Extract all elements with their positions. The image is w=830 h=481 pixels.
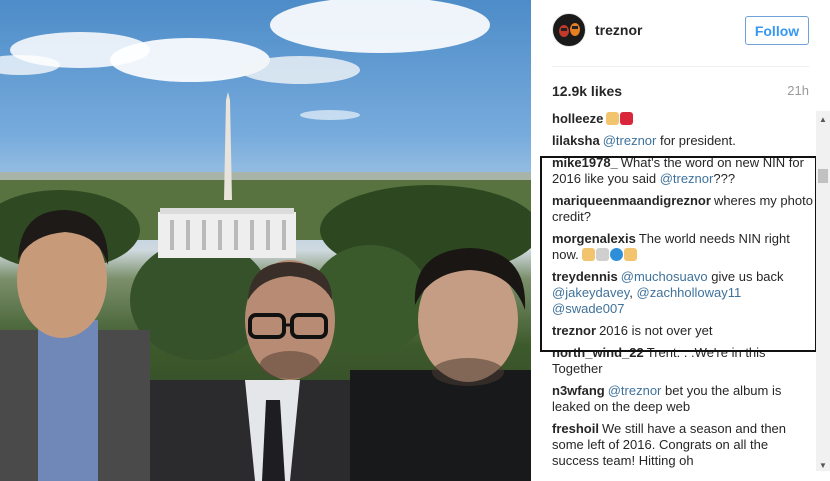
thumbs-up-icon — [606, 112, 620, 125]
scroll-up-arrow-icon[interactable]: ▲ — [816, 113, 830, 125]
comment-username[interactable]: n3wfang — [552, 383, 605, 398]
ok-hand-icon — [624, 248, 638, 261]
post-side-panel: treznor Follow 12.9k likes 21h holleeze l… — [531, 0, 830, 481]
post-timestamp[interactable]: 21h — [787, 83, 809, 98]
comment-text: ??? — [713, 171, 736, 186]
profile-avatar-icon[interactable] — [552, 13, 586, 47]
lips-icon — [620, 112, 634, 125]
follow-button[interactable]: Follow — [745, 16, 809, 45]
comment-item: lilaksha @treznor for president. — [552, 133, 814, 149]
comment-item: morgenalexis The world needs NIN right no… — [552, 231, 814, 263]
comment-item: holleeze — [552, 111, 814, 127]
comment-username[interactable]: treznor — [552, 323, 596, 338]
scroll-down-arrow-icon[interactable]: ▼ — [816, 459, 830, 471]
comment-item: mike1978_ What's the word on new NIN for … — [552, 155, 814, 187]
rock-hand-icon — [582, 248, 596, 261]
comment-username[interactable]: freshoil — [552, 421, 599, 436]
mention-link[interactable]: @treznor — [660, 171, 714, 186]
post-author-username[interactable]: treznor — [595, 22, 642, 38]
scroll-thumb[interactable] — [818, 169, 828, 183]
likes-count[interactable]: 12.9k likes — [552, 83, 622, 99]
mention-link[interactable]: @jakeydavey — [552, 285, 629, 300]
mention-link[interactable]: @treznor — [608, 383, 662, 398]
header-divider — [552, 66, 809, 67]
comment-username[interactable]: holleeze — [552, 111, 603, 126]
comment-username[interactable]: lilaksha — [552, 133, 600, 148]
mention-link[interactable]: @treznor — [603, 133, 657, 148]
comment-item: mariqueenmaandigreznor wheres my photo cr… — [552, 193, 814, 225]
post-header: treznor Follow — [531, 0, 830, 65]
comment-item: north_wind_22 Trent. . .We're in this Tog… — [552, 345, 814, 377]
comments-scrollbar[interactable]: ▲ ▼ — [816, 111, 830, 471]
comment-username[interactable]: mike1978_ — [552, 155, 618, 170]
comment-item: n3wfang @treznor bet you the album is lea… — [552, 383, 814, 415]
comment-item: treznor 2016 is not over yet — [552, 323, 814, 339]
post-photo — [0, 0, 531, 481]
mention-link[interactable]: @zachholloway11 — [637, 285, 742, 300]
skull-icon — [596, 248, 610, 261]
mention-link[interactable]: @muchosuavo — [621, 269, 708, 284]
comment-username[interactable]: morgenalexis — [552, 231, 636, 246]
comment-text: , — [629, 285, 637, 300]
comment-text: 2016 is not over yet — [599, 323, 713, 338]
mention-link[interactable]: @swade007 — [552, 301, 624, 316]
photo-three-men-white-house — [0, 0, 531, 481]
comment-text: for president. — [656, 133, 736, 148]
comment-item: freshoil We still have a season and then … — [552, 421, 814, 469]
comment-item: treydennis @muchosuavo give us back @jake… — [552, 269, 814, 317]
comment-username[interactable]: treydennis — [552, 269, 618, 284]
comment-username[interactable]: north_wind_22 — [552, 345, 644, 360]
globe-icon — [610, 248, 624, 261]
comments-list: holleeze lilaksha @treznor for president. m… — [552, 111, 814, 471]
comment-username[interactable]: mariqueenmaandigreznor — [552, 193, 711, 208]
comment-text: give us back — [707, 269, 784, 284]
